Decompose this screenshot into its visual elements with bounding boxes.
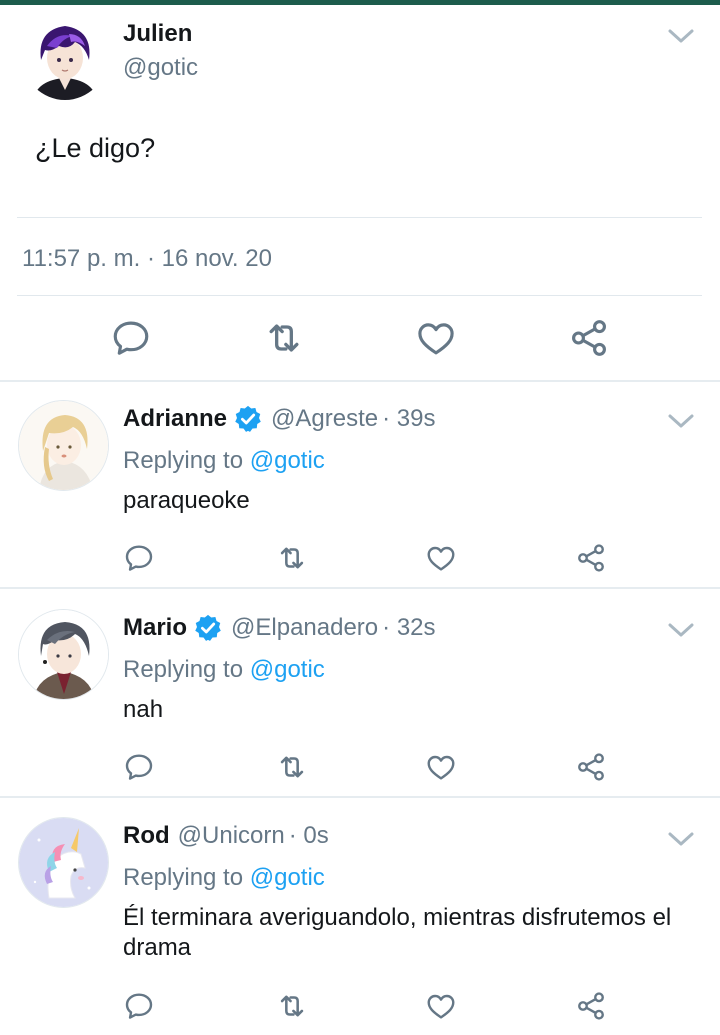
reply-text: paraqueoke bbox=[123, 487, 250, 514]
verified-badge-icon bbox=[193, 613, 223, 643]
reply-tweet[interactable]: Adrianne @Agreste · 39s Replying to @got… bbox=[0, 382, 720, 587]
retweet-icon bbox=[275, 989, 309, 1023]
like-button[interactable] bbox=[421, 538, 461, 578]
reply-age: · 39s bbox=[382, 405, 436, 432]
blonde-character-avatar-icon bbox=[19, 401, 108, 490]
tweet-text: ¿Le digo? bbox=[35, 133, 156, 163]
replying-mention[interactable]: @gotic bbox=[250, 864, 325, 891]
like-icon bbox=[415, 317, 457, 359]
reply-header: Rod @Unicorn · 0s bbox=[123, 819, 329, 853]
reply-icon bbox=[123, 542, 155, 574]
reply-actions bbox=[0, 747, 720, 787]
avatar[interactable] bbox=[18, 609, 109, 700]
reply-icon bbox=[123, 990, 155, 1022]
share-icon bbox=[575, 751, 607, 783]
replying-mention[interactable]: @gotic bbox=[250, 447, 325, 474]
chevron-down-icon[interactable] bbox=[664, 408, 698, 434]
unicorn-avatar-icon bbox=[19, 818, 108, 907]
share-button[interactable] bbox=[562, 311, 616, 365]
chevron-down-icon[interactable] bbox=[664, 617, 698, 643]
like-button[interactable] bbox=[409, 311, 463, 365]
like-button[interactable] bbox=[421, 986, 461, 1026]
replying-to: Replying to @gotic bbox=[123, 864, 325, 892]
like-button[interactable] bbox=[421, 747, 461, 787]
reply-actions bbox=[0, 986, 720, 1026]
share-button[interactable] bbox=[571, 986, 611, 1026]
retweet-icon bbox=[275, 541, 309, 575]
reply-actions bbox=[0, 538, 720, 578]
reply-button[interactable] bbox=[119, 747, 159, 787]
purple-hair-character-avatar-icon bbox=[23, 16, 107, 100]
verified-badge-icon bbox=[233, 404, 263, 434]
author-name[interactable]: Adrianne bbox=[123, 405, 227, 433]
divider bbox=[17, 217, 702, 218]
reply-text: nah bbox=[123, 696, 164, 723]
reply-icon bbox=[123, 751, 155, 783]
reply-age: · 32s bbox=[382, 614, 436, 641]
reply-button[interactable] bbox=[104, 311, 158, 365]
replying-to: Replying to @gotic bbox=[123, 656, 325, 684]
share-icon bbox=[575, 542, 607, 574]
author-name[interactable]: Julien bbox=[123, 20, 192, 48]
like-icon bbox=[425, 542, 457, 574]
retweet-icon bbox=[262, 316, 306, 360]
author-name[interactable]: Mario bbox=[123, 614, 187, 642]
retweet-button[interactable] bbox=[272, 986, 312, 1026]
reply-tweet[interactable]: Rod @Unicorn · 0s Replying to @gotic Él … bbox=[0, 798, 720, 1035]
retweet-button[interactable] bbox=[272, 747, 312, 787]
retweet-button[interactable] bbox=[257, 311, 311, 365]
author-handle[interactable]: @Elpanadero bbox=[231, 614, 378, 642]
replying-prefix: Replying to bbox=[123, 864, 244, 891]
replying-prefix: Replying to bbox=[123, 656, 244, 683]
reply-tweet[interactable]: Mario @Elpanadero · 32s Replying to @got… bbox=[0, 589, 720, 796]
author-handle[interactable]: @Unicorn bbox=[178, 822, 285, 850]
avatar[interactable] bbox=[18, 817, 109, 908]
reply-text: Él terminara averiguandolo, mientras dis… bbox=[123, 904, 672, 961]
author-name[interactable]: Rod bbox=[123, 822, 170, 850]
like-icon bbox=[425, 990, 457, 1022]
reply-icon bbox=[110, 317, 152, 359]
main-tweet: Julien @gotic ¿Le digo? 11:57 p. m. · 16… bbox=[0, 5, 720, 380]
avatar[interactable] bbox=[23, 16, 107, 100]
replying-mention[interactable]: @gotic bbox=[250, 656, 325, 683]
like-icon bbox=[425, 751, 457, 783]
chevron-down-icon[interactable] bbox=[664, 23, 698, 49]
share-icon bbox=[568, 317, 610, 359]
reply-button[interactable] bbox=[119, 986, 159, 1026]
divider bbox=[17, 295, 702, 296]
avatar[interactable] bbox=[18, 400, 109, 491]
author-handle[interactable]: @gotic bbox=[123, 54, 198, 82]
replying-prefix: Replying to bbox=[123, 447, 244, 474]
chevron-down-icon[interactable] bbox=[664, 826, 698, 852]
share-button[interactable] bbox=[571, 538, 611, 578]
reply-header: Adrianne @Agreste · 39s bbox=[123, 402, 435, 436]
reply-button[interactable] bbox=[119, 538, 159, 578]
reply-age: · 0s bbox=[288, 822, 329, 849]
tweet-timestamp[interactable]: 11:57 p. m. · 16 nov. 20 bbox=[22, 245, 272, 273]
retweet-button[interactable] bbox=[272, 538, 312, 578]
dark-hair-character-avatar-icon bbox=[19, 610, 108, 699]
reply-header: Mario @Elpanadero · 32s bbox=[123, 611, 436, 645]
tweet-actions bbox=[0, 311, 720, 365]
share-icon bbox=[575, 990, 607, 1022]
author-handle[interactable]: @Agreste bbox=[271, 405, 378, 433]
replying-to: Replying to @gotic bbox=[123, 447, 325, 475]
retweet-icon bbox=[275, 750, 309, 784]
share-button[interactable] bbox=[571, 747, 611, 787]
